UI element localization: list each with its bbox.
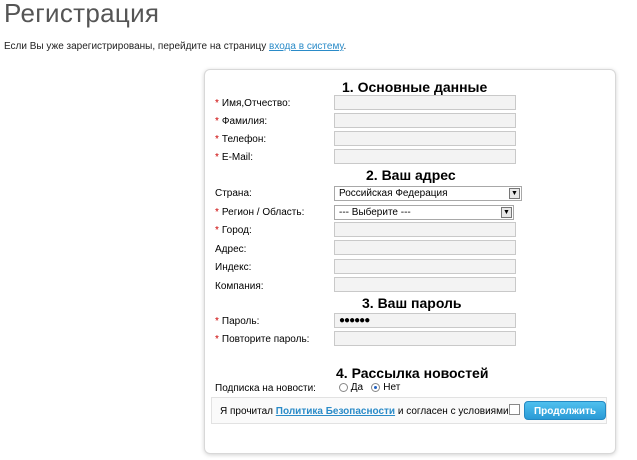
password-confirm-label: * Повторите пароль: xyxy=(215,334,310,345)
city-input[interactable] xyxy=(334,222,516,237)
surname-input[interactable] xyxy=(334,113,516,128)
email-label: * E-Mail: xyxy=(215,152,254,163)
intro-message: Если Вы уже зарегистрированы, перейдите … xyxy=(4,41,267,52)
newsletter-label: Подписка на новости: xyxy=(215,383,316,394)
required-mark: * xyxy=(215,98,219,109)
name-input[interactable] xyxy=(334,95,516,110)
agreement-checkbox[interactable] xyxy=(509,404,520,415)
required-mark: * xyxy=(215,334,219,345)
required-mark: * xyxy=(215,134,219,145)
email-input[interactable] xyxy=(334,149,516,164)
company-label: Компания: xyxy=(215,281,264,292)
section-basic-title: 1. Основные данные xyxy=(342,79,488,95)
section-password-title: 3. Ваш пароль xyxy=(362,295,462,311)
required-mark: * xyxy=(215,207,219,218)
privacy-policy-link[interactable]: Политика Безопасности xyxy=(276,406,395,417)
country-label: Страна: xyxy=(215,188,252,199)
region-value: --- Выберите --- xyxy=(339,207,411,218)
required-mark: * xyxy=(215,152,219,163)
company-input[interactable] xyxy=(334,277,516,292)
phone-label: * Телефон: xyxy=(215,134,267,145)
section-address-title: 2. Ваш адрес xyxy=(366,167,456,183)
zip-input[interactable] xyxy=(334,259,516,274)
zip-label: Индекс: xyxy=(215,262,252,273)
chevron-down-icon[interactable]: ▼ xyxy=(501,207,512,218)
required-mark: * xyxy=(215,316,219,327)
address-input[interactable] xyxy=(334,240,516,255)
country-select[interactable]: Российская Федерация ▼ xyxy=(334,186,522,201)
newsletter-no-label: Нет xyxy=(383,382,401,393)
address-label: Адрес: xyxy=(215,244,247,255)
newsletter-yes-label: Да xyxy=(350,382,364,393)
newsletter-yes-radio[interactable] xyxy=(339,382,348,392)
agreement-text: Я прочитал Политика Безопасности и согла… xyxy=(220,406,509,417)
city-label: * Город: xyxy=(215,225,252,236)
surname-label: * Фамилия: xyxy=(215,116,268,127)
country-value: Российская Федерация xyxy=(339,188,448,199)
password-confirm-input[interactable] xyxy=(334,331,516,346)
newsletter-options: Да Нет xyxy=(339,382,400,393)
region-label: * Регион / Область: xyxy=(215,207,305,218)
login-link[interactable]: входа в систему xyxy=(269,41,343,52)
region-select[interactable]: --- Выберите --- ▼ xyxy=(334,205,514,220)
section-newsletter-title: 4. Рассылка новостей xyxy=(336,365,489,381)
password-label: * Пароль: xyxy=(215,316,260,327)
agreement-box: Я прочитал Политика Безопасности и согла… xyxy=(211,397,607,424)
registration-form: 1. Основные данные * Имя,Отчество: * Фамил… xyxy=(204,69,616,454)
intro-end: . xyxy=(343,41,347,52)
newsletter-no-radio[interactable] xyxy=(371,382,381,392)
phone-input[interactable] xyxy=(334,131,516,146)
name-label: * Имя,Отчество: xyxy=(215,98,291,109)
password-input[interactable]: ●●●●●● xyxy=(334,313,516,328)
required-mark: * xyxy=(215,225,219,236)
required-mark: * xyxy=(215,116,219,127)
intro-text: Если Вы уже зарегистрированы, перейдите … xyxy=(4,41,346,52)
continue-button[interactable]: Продолжить xyxy=(524,401,606,420)
chevron-down-icon[interactable]: ▼ xyxy=(509,188,520,199)
page-title: Регистрация xyxy=(4,0,160,28)
